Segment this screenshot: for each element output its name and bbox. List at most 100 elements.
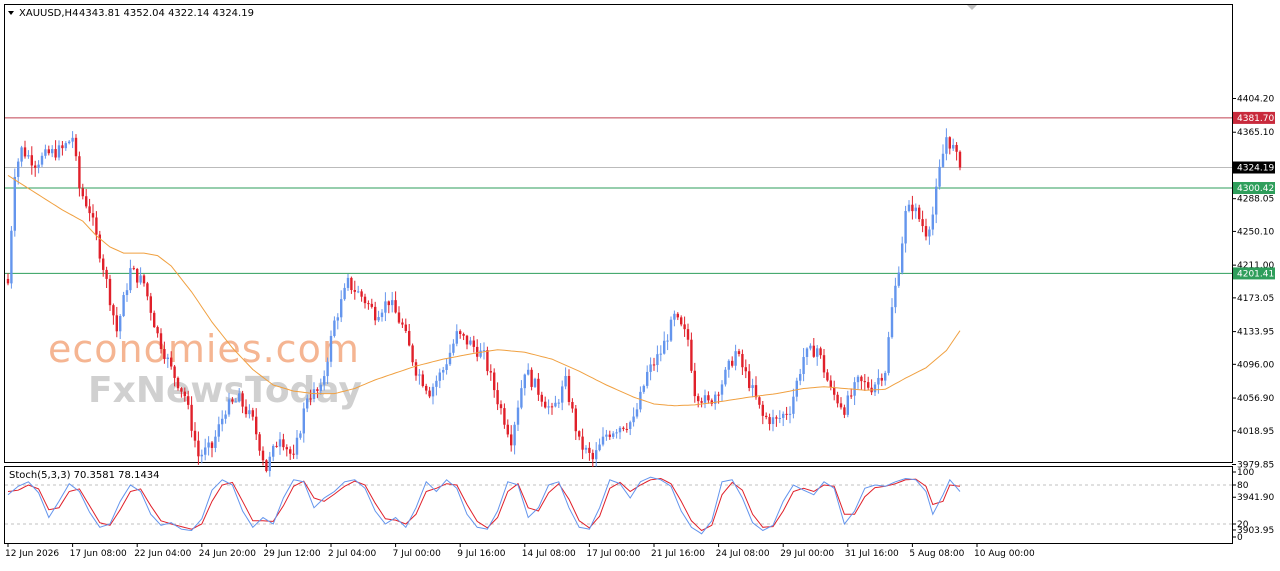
price-tag-text: 4300.42 (1237, 184, 1274, 194)
candle-body (387, 301, 390, 306)
indicator-pane-frame (4, 466, 1233, 544)
candle-body (707, 395, 710, 401)
candle-body (863, 381, 866, 383)
candle-body (238, 393, 241, 402)
candle-body (799, 374, 802, 381)
candle-body (635, 409, 639, 417)
candle-body (292, 453, 295, 455)
candle-body (652, 364, 656, 366)
candle-body (581, 436, 584, 450)
candle-body (887, 337, 890, 373)
candle-body (700, 401, 703, 403)
stoch-label: Stoch(5,3,3) 70.3581 78.1434 (9, 470, 160, 481)
candle-body (333, 320, 336, 336)
x-tick-label: 9 Jul 16:00 (457, 549, 506, 559)
candle-body (564, 375, 567, 387)
candle-body (506, 424, 509, 435)
candle-body (486, 350, 489, 372)
price-chart[interactable]: economies.com FxNewsToday 4404.204365.10… (0, 0, 1280, 567)
candle-body (884, 372, 887, 381)
x-tick-label: 29 Jun 12:00 (263, 549, 320, 559)
candle-body (119, 316, 122, 332)
candle-body (170, 357, 173, 367)
x-tick-label: 29 Jul 00:00 (780, 549, 834, 559)
candle-body (860, 376, 863, 382)
chart-window[interactable]: economies.com FxNewsToday 4404.20 4365.10… (0, 0, 1280, 567)
y-tick-label: 4018.95 (1237, 427, 1274, 437)
candle-body (51, 149, 54, 154)
candle-body (724, 369, 727, 385)
candle-body (64, 143, 67, 149)
candle-body (683, 324, 686, 330)
candle-body (122, 295, 125, 317)
candle-body (91, 213, 95, 218)
candle-body (139, 275, 142, 283)
candle-body (40, 155, 44, 165)
y-tick-label: 4404.20 (1237, 95, 1274, 105)
candle-body (629, 422, 632, 429)
candle-body (744, 367, 747, 372)
candle-body (282, 439, 285, 448)
candle-body (469, 340, 472, 345)
y-tick-label: 4365.10 (1237, 128, 1274, 138)
candle-body (197, 440, 200, 457)
candle-body (598, 444, 601, 451)
time-axis[interactable]: 12 Jun 2026 17 Jun 08:00 22 Jun 04:00 24 Ju… (5, 543, 1035, 559)
candle-body (146, 283, 149, 297)
candle-body (377, 317, 380, 321)
candle-body (13, 176, 16, 231)
candle-body (363, 296, 367, 304)
y-tick-label: 4288.05 (1237, 195, 1274, 205)
candle-body (340, 299, 343, 318)
candle-body (285, 447, 288, 450)
candle-body (873, 384, 877, 393)
candle-body (329, 335, 333, 362)
candle-body (462, 334, 465, 336)
candle-body (574, 408, 577, 432)
candle-body (214, 436, 217, 448)
candle-body (108, 278, 112, 306)
candle-body (479, 350, 482, 357)
candle-body (384, 301, 387, 313)
candle-body (452, 343, 455, 353)
candle-body (418, 374, 421, 376)
candle-body (527, 369, 530, 375)
candle-body (489, 371, 492, 373)
candle-body (367, 303, 370, 305)
candle-body (207, 442, 210, 448)
candle-body (659, 353, 662, 355)
candle-body (523, 374, 526, 389)
candle-body (782, 413, 785, 418)
candle-body (703, 395, 707, 403)
candle-body (414, 362, 418, 376)
candle-body (299, 433, 302, 438)
candle-body (945, 137, 948, 154)
candle-body (846, 395, 849, 415)
candle-body (690, 339, 693, 371)
y-tick-label: 4133.95 (1237, 328, 1274, 338)
candle-body (496, 390, 499, 405)
candle-body (27, 155, 30, 157)
candle-body (669, 319, 673, 341)
candle-body (503, 408, 506, 425)
candle-body (584, 447, 588, 450)
candle-body (173, 366, 176, 378)
candle-body (421, 374, 424, 386)
candle-body (499, 404, 503, 409)
candle-body (234, 401, 237, 403)
candle-body (295, 437, 299, 455)
candle-body (816, 348, 819, 357)
candle-body (176, 377, 180, 389)
candle-body (601, 436, 605, 445)
candle-body (102, 258, 105, 270)
candle-body (61, 145, 64, 149)
candle-body (697, 396, 700, 402)
candle-body (758, 397, 761, 405)
symbol-label: XAUUSD,H4 (19, 8, 78, 19)
candle-body (23, 147, 27, 157)
candle-body (591, 452, 594, 460)
candle-body (676, 313, 679, 318)
candle-body (632, 416, 635, 423)
candle-body (156, 327, 159, 334)
price-tag-text: 4381.70 (1237, 114, 1274, 124)
